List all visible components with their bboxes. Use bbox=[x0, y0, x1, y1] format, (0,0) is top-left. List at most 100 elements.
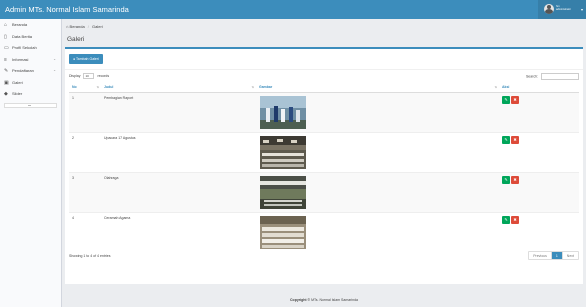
sidebar-item-label: Galeri bbox=[12, 79, 23, 85]
pagination-previous[interactable]: Previous bbox=[529, 252, 552, 259]
cell-aksi: ✎ ✖ bbox=[499, 211, 579, 252]
cell-aksi: ✎ ✖ bbox=[499, 131, 579, 172]
footer: Copyright © MTs. Normal Islam Samarinda bbox=[62, 298, 586, 302]
breadcrumb-separator: / bbox=[87, 24, 89, 29]
length-suffix: records bbox=[97, 74, 110, 78]
cell-judul: Ceramah Agama bbox=[101, 211, 256, 252]
column-header-label: Judul bbox=[104, 85, 114, 90]
table-row: 1 Pembagian Raport ✎ ✖ bbox=[69, 91, 579, 132]
user-avatar bbox=[544, 4, 554, 14]
column-header-gambar[interactable]: Gambar ⇅ bbox=[256, 83, 499, 93]
delete-button[interactable]: ✖ bbox=[511, 135, 519, 144]
delete-button[interactable]: ✖ bbox=[511, 215, 519, 224]
user-menu[interactable]: hm administrator ▾ bbox=[538, 0, 586, 19]
gallery-box: ● Tambah Galeri Display 10 records Searc… bbox=[65, 47, 583, 284]
column-header-judul[interactable]: Judul ⇅ bbox=[101, 83, 256, 93]
breadcrumb-home[interactable]: Beranda bbox=[70, 24, 85, 29]
records-per-page-select[interactable]: 10 bbox=[83, 73, 95, 80]
sidebar-item-label: Informasi bbox=[12, 56, 29, 62]
sidebar-item-beranda[interactable]: ⌂ Beranda bbox=[0, 19, 61, 31]
table-row: 3 Olahraga ✎ ✖ bbox=[69, 171, 579, 212]
sidebar-item-profil-sekolah[interactable]: ▭ Profil Sekolah bbox=[0, 42, 61, 54]
gallery-thumbnail[interactable] bbox=[260, 215, 306, 249]
length-prefix: Display bbox=[69, 74, 81, 78]
cell-no: 4 bbox=[69, 211, 101, 252]
sidebar: ⌂ Beranda ▯ Data Berita ▭ Profil Sekolah ≡ I… bbox=[0, 19, 62, 307]
edit-button[interactable]: ✎ bbox=[502, 95, 510, 104]
sidebar-item-pendaftaran[interactable]: ✎ Pendaftaran ⌄ bbox=[0, 65, 61, 77]
chevron-down-icon: ⌄ bbox=[53, 56, 56, 61]
gallery-thumbnail[interactable] bbox=[260, 95, 306, 129]
add-gallery-button[interactable]: ● Tambah Galeri bbox=[69, 54, 103, 64]
trash-icon: ✖ bbox=[513, 136, 517, 142]
gallery-thumbnail[interactable] bbox=[260, 135, 306, 169]
page-title: Galeri bbox=[67, 36, 85, 43]
sidebar-item-slider[interactable]: ◆ Slider bbox=[0, 88, 61, 100]
edit-button[interactable]: ✎ bbox=[502, 175, 510, 184]
footer-text: MTs. Normal Islam Samarinda bbox=[311, 298, 358, 302]
pagination-page[interactable]: 1 bbox=[551, 252, 563, 259]
sidebar-item-label: Data Berita bbox=[12, 33, 33, 39]
sidebar-item-label: Profil Sekolah bbox=[12, 45, 37, 50]
trash-icon: ✖ bbox=[513, 216, 517, 222]
sidebar-item-label: Pendaftaran bbox=[12, 68, 34, 73]
top-navbar: Admin MTs. Normal Islam Samarinda hm adm… bbox=[0, 0, 586, 19]
user-role: administrator bbox=[556, 8, 571, 12]
cell-no: 2 bbox=[69, 131, 101, 172]
footer-copyright: Copyright © bbox=[290, 298, 311, 302]
records-length-control: Display 10 records bbox=[69, 73, 109, 80]
breadcrumb-current: Galeri bbox=[92, 24, 103, 29]
sort-icon: ⇅ bbox=[96, 85, 99, 89]
sidebar-search-input[interactable] bbox=[4, 102, 57, 108]
sidebar-item-label: Slider bbox=[12, 91, 23, 96]
table-row: 2 Upacara 17 Agustus ✎ ✖ bbox=[69, 131, 579, 172]
column-header-no[interactable]: No ⇅ bbox=[69, 83, 101, 93]
sort-icon: ⇅ bbox=[251, 85, 254, 89]
edit-button[interactable]: ✎ bbox=[502, 135, 510, 144]
cell-judul: Olahraga bbox=[101, 171, 256, 212]
cell-judul: Upacara 17 Agustus bbox=[101, 131, 256, 172]
main-content: ⌂ Beranda / Galeri Galeri ● Tambah Galer… bbox=[62, 19, 586, 307]
trash-icon: ✖ bbox=[513, 96, 517, 102]
delete-button[interactable]: ✖ bbox=[511, 175, 519, 184]
cell-judul: Pembagian Raport bbox=[101, 91, 256, 132]
tag-icon: ◆ bbox=[4, 91, 8, 97]
sidebar-item-informasi[interactable]: ≡ Informasi ⌄ bbox=[0, 54, 61, 66]
trash-icon: ✖ bbox=[513, 176, 517, 182]
pencil-icon: ✎ bbox=[504, 96, 508, 102]
add-gallery-label: Tambah Galeri bbox=[76, 57, 99, 61]
cell-no: 1 bbox=[69, 91, 101, 132]
sort-icon: ⇅ bbox=[494, 85, 497, 89]
cell-gambar bbox=[256, 131, 499, 172]
pencil-icon: ✎ bbox=[504, 136, 508, 142]
cell-gambar bbox=[256, 91, 499, 132]
gallery-table: No ⇅ Judul ⇅ Gambar ⇅ Aksi 1 Pembagian Rapo… bbox=[69, 83, 579, 252]
breadcrumb: ⌂ Beranda / Galeri bbox=[66, 24, 103, 29]
sidebar-item-galeri[interactable]: ▣ Galeri bbox=[0, 77, 61, 89]
home-icon: ⌂ bbox=[66, 24, 69, 29]
cell-gambar bbox=[256, 211, 499, 252]
table-header-row: No ⇅ Judul ⇅ Gambar ⇅ Aksi bbox=[69, 83, 579, 93]
pagination: Previous 1 Next bbox=[528, 251, 579, 260]
pagination-next[interactable]: Next bbox=[563, 252, 578, 259]
sidebar-item-label: Beranda bbox=[12, 22, 28, 27]
column-header-label: Aksi bbox=[502, 85, 510, 90]
pencil-icon: ✎ bbox=[504, 176, 508, 182]
column-header-aksi[interactable]: Aksi bbox=[499, 83, 579, 93]
sidebar-item-data-berita[interactable]: ▯ Data Berita bbox=[0, 31, 61, 43]
table-row: 4 Ceramah Agama ✎ ✖ bbox=[69, 211, 579, 252]
chevron-down-icon: ⌄ bbox=[53, 68, 56, 72]
app-brand[interactable]: Admin MTs. Normal Islam Samarinda bbox=[5, 5, 129, 14]
cell-no: 3 bbox=[69, 171, 101, 212]
column-header-label: No bbox=[72, 85, 77, 90]
cell-aksi: ✎ ✖ bbox=[499, 171, 579, 212]
table-search-input[interactable] bbox=[541, 73, 579, 80]
delete-button[interactable]: ✖ bbox=[511, 95, 519, 104]
search-label: Search: bbox=[525, 74, 539, 79]
caret-down-icon: ▾ bbox=[580, 7, 583, 12]
table-info: Showing 1 to 4 of 4 entries bbox=[69, 254, 111, 258]
edit-button[interactable]: ✎ bbox=[502, 215, 510, 224]
divider bbox=[65, 69, 583, 70]
gallery-thumbnail[interactable] bbox=[260, 175, 306, 209]
cell-aksi: ✎ ✖ bbox=[499, 91, 579, 132]
